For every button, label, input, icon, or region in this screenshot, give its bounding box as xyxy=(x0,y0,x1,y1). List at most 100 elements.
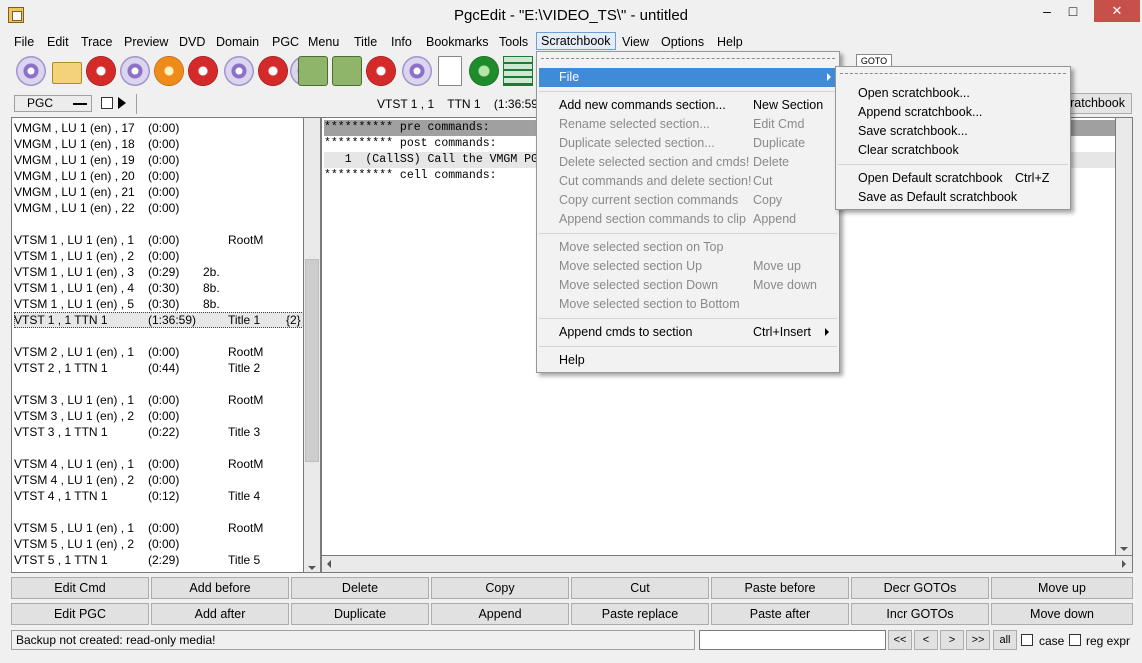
pgc-list-row[interactable]: VTSM 5 , LU 1 (en) , 2 (0:00) xyxy=(14,536,303,552)
menu-item-rename-selected-section[interactable]: Rename selected section... Edit Cmd xyxy=(537,115,839,134)
pgc-list-row[interactable] xyxy=(14,440,303,456)
pgc-list-row[interactable]: VTST 1 , 1 TTN 1 (1:36:59) Title 1 {2} xyxy=(14,312,303,328)
pgc-list-row[interactable] xyxy=(14,376,303,392)
menu-item-file[interactable]: File xyxy=(539,68,837,87)
pgc-list-row[interactable]: VMGM , LU 1 (en) , 19 (0:00) xyxy=(14,152,303,168)
disc-tool-icon[interactable] xyxy=(402,56,432,86)
menu-item-open-scratchbook[interactable]: Open scratchbook... xyxy=(836,84,1070,103)
pgc-list-row[interactable]: VTSM 1 , LU 1 (en) , 5 (0:30) 8b. xyxy=(14,296,303,312)
money-check-icon[interactable] xyxy=(332,56,362,86)
pgc-list-row[interactable]: VMGM , LU 1 (en) , 22 (0:00) xyxy=(14,200,303,216)
pgc-list-row[interactable]: VMGM , LU 1 (en) , 18 (0:00) xyxy=(14,136,303,152)
find-prev-button[interactable]: < xyxy=(914,630,938,650)
menu-preview[interactable]: Preview xyxy=(124,33,168,51)
menu-menu[interactable]: Menu xyxy=(308,33,339,51)
tearoff-line[interactable] xyxy=(541,58,835,59)
edit-cmd-button[interactable]: Edit Cmd xyxy=(11,577,149,599)
pgc-checkbox[interactable] xyxy=(101,97,113,109)
menu-title[interactable]: Title xyxy=(354,33,377,51)
paste-before-button[interactable]: Paste before xyxy=(711,577,849,599)
menu-item-append-cmds-to-section[interactable]: Append cmds to section Ctrl+Insert xyxy=(537,323,839,342)
pgc-selector[interactable]: PGC xyxy=(14,95,92,112)
pgc-list-row[interactable]: VTSM 3 , LU 1 (en) , 1 (0:00) RootM xyxy=(14,392,303,408)
menu-item-delete-selected-section-and-cmds[interactable]: Delete selected section and cmds! Delete xyxy=(537,153,839,172)
reload-icon[interactable] xyxy=(86,56,116,86)
case-checkbox[interactable] xyxy=(1021,634,1033,646)
duplicate-button[interactable]: Duplicate xyxy=(291,603,429,625)
commands-vscrollbar[interactable] xyxy=(1116,117,1133,556)
find-first-button[interactable]: << xyxy=(888,630,912,650)
pgc-list-row[interactable]: VTST 3 , 1 TTN 1 (0:22) Title 3 xyxy=(14,424,303,440)
paste-after-button[interactable]: Paste after xyxy=(711,603,849,625)
scrollbar-thumb[interactable] xyxy=(305,259,319,462)
menu-item-move-selected-section-on-top[interactable]: Move selected section on Top xyxy=(537,238,839,257)
menu-item-clear-scratchbook[interactable]: Clear scratchbook xyxy=(836,141,1070,160)
search-input[interactable] xyxy=(699,630,886,650)
search-disc-icon[interactable] xyxy=(188,56,218,86)
decr-gotos-button[interactable]: Decr GOTOs xyxy=(851,577,989,599)
menu-view[interactable]: View xyxy=(622,33,649,51)
menu-item-open-default-scratchbook[interactable]: Open Default scratchbook Ctrl+Z xyxy=(836,169,1070,188)
pgc-list-row[interactable]: VMGM , LU 1 (en) , 20 (0:00) xyxy=(14,168,303,184)
pgc-list-row[interactable]: VTST 5 , 1 TTN 1 (2:29) Title 5 xyxy=(14,552,303,568)
menu-help[interactable]: Help xyxy=(717,33,743,51)
pgc-list-row[interactable]: VTSM 1 , LU 1 (en) , 2 (0:00) xyxy=(14,248,303,264)
menu-item-cut-commands-and-delete-section[interactable]: Cut commands and delete section! Cut xyxy=(537,172,839,191)
pgc-list-row[interactable]: VTST 4 , 1 TTN 1 (0:12) Title 4 xyxy=(14,488,303,504)
find-all-button[interactable]: all xyxy=(993,630,1017,650)
play-icon[interactable] xyxy=(118,97,126,109)
menu-item-move-selected-section-to-bottom[interactable]: Move selected section to Bottom xyxy=(537,295,839,314)
pgc-list-row[interactable]: VTSM 5 , LU 1 (en) , 1 (0:00) RootM xyxy=(14,520,303,536)
pgc-list-row[interactable]: VTSM 1 , LU 1 (en) , 3 (0:29) 2b. xyxy=(14,264,303,280)
paste-replace-button[interactable]: Paste replace xyxy=(571,603,709,625)
menu-domain[interactable]: Domain xyxy=(216,33,259,51)
pgc-list-row[interactable]: VMGM , LU 1 (en) , 17 (0:00) xyxy=(14,120,303,136)
pgc-list-row[interactable]: VTST 2 , 1 TTN 1 (0:44) Title 2 xyxy=(14,360,303,376)
scroll-right-icon[interactable] xyxy=(1122,560,1126,568)
pgc-list-row[interactable]: VTSM 3 , LU 1 (en) , 2 (0:00) xyxy=(14,408,303,424)
menu-item-move-selected-section-down[interactable]: Move selected section Down Move down xyxy=(537,276,839,295)
menu-item-save-scratchbook[interactable]: Save scratchbook... xyxy=(836,122,1070,141)
pgc-list-row[interactable] xyxy=(14,504,303,520)
move-down-button[interactable]: Move down xyxy=(991,603,1133,625)
document-icon[interactable] xyxy=(438,56,462,86)
scroll-down-icon[interactable] xyxy=(308,566,316,570)
play-grid-icon[interactable] xyxy=(503,56,533,86)
pgc-list-row[interactable] xyxy=(14,328,303,344)
scroll-down-icon[interactable] xyxy=(1120,547,1128,551)
pgc-list-row[interactable]: VTSM 1 , LU 1 (en) , 1 (0:00) RootM xyxy=(14,232,303,248)
menu-scratchbook[interactable]: Scratchbook xyxy=(536,32,616,50)
menu-item-save-as-default-scratchbook[interactable]: Save as Default scratchbook xyxy=(836,188,1070,207)
find-next-button[interactable]: > xyxy=(940,630,964,650)
globe-icon[interactable] xyxy=(469,56,499,86)
menu-dvd[interactable]: DVD xyxy=(179,33,205,51)
tearoff-line[interactable] xyxy=(840,73,1066,74)
burn-icon[interactable] xyxy=(154,56,184,86)
menu-item-add-new-commands-section[interactable]: Add new commands section... New Section xyxy=(537,96,839,115)
menu-tools[interactable]: Tools xyxy=(499,33,528,51)
pgc-list-row[interactable]: VTSM 1 , LU 1 (en) , 4 (0:30) 8b. xyxy=(14,280,303,296)
menu-bookmarks[interactable]: Bookmarks xyxy=(426,33,489,51)
scroll-left-icon[interactable] xyxy=(327,560,331,568)
pgc-list-row[interactable]: VTSM 4 , LU 1 (en) , 2 (0:00) xyxy=(14,472,303,488)
commands-hscrollbar[interactable] xyxy=(321,556,1133,573)
new-disc-icon[interactable] xyxy=(120,56,150,86)
append-button[interactable]: Append xyxy=(431,603,569,625)
menu-pgc[interactable]: PGC xyxy=(272,33,299,51)
open-folder-icon[interactable] xyxy=(52,62,82,84)
menu-item-duplicate-selected-section[interactable]: Duplicate selected section... Duplicate xyxy=(537,134,839,153)
delete-button[interactable]: Delete xyxy=(291,577,429,599)
pgc-list-row[interactable]: VMGM , LU 1 (en) , 21 (0:00) xyxy=(14,184,303,200)
add-before-button[interactable]: Add before xyxy=(151,577,289,599)
money-icon[interactable] xyxy=(298,56,328,86)
copy-button[interactable]: Copy xyxy=(431,577,569,599)
edit-pgc-button[interactable]: Edit PGC xyxy=(11,603,149,625)
pgc-list-row[interactable]: VTSM 2 , LU 1 (en) , 1 (0:00) RootM xyxy=(14,344,303,360)
regexpr-checkbox[interactable] xyxy=(1069,634,1081,646)
menu-options[interactable]: Options xyxy=(661,33,704,51)
pgc-list-row[interactable]: VTSM 4 , LU 1 (en) , 1 (0:00) RootM xyxy=(14,456,303,472)
menu-item-copy-current-section-commands[interactable]: Copy current section commands Copy xyxy=(537,191,839,210)
menu-item-append-section-commands-to-clip[interactable]: Append section commands to clip Append xyxy=(537,210,839,229)
menu-item-help[interactable]: Help xyxy=(537,351,839,370)
incr-gotos-button[interactable]: Incr GOTOs xyxy=(851,603,989,625)
